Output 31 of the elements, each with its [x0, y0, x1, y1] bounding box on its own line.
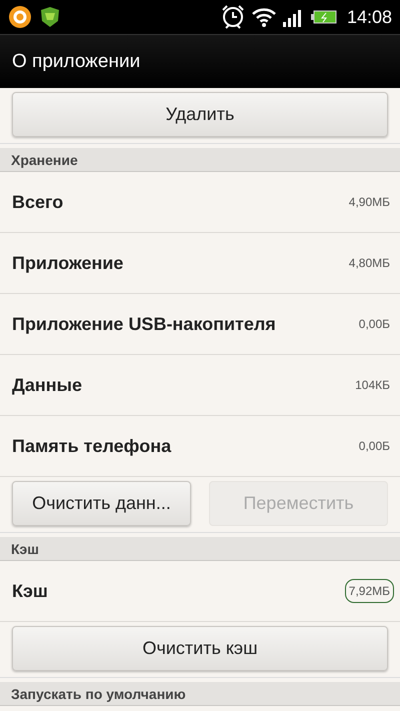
button[interactable]: Удалить — [12, 92, 388, 137]
section-header: Хранение — [0, 148, 400, 172]
clock-time: 14:08 — [346, 6, 392, 28]
row-value: 0,00Б — [358, 316, 391, 333]
app-icon — [38, 5, 62, 29]
row-value: 0,00Б — [358, 438, 391, 455]
screen-title: О приложении — [12, 50, 140, 72]
button[interactable]: Очистить кэш — [12, 626, 388, 671]
list-row[interactable]: Всего 4,90МБ — [0, 172, 400, 233]
list-row[interactable]: Приложение USB-накопителя 0,00Б — [0, 294, 400, 355]
row-label: Приложение — [12, 252, 124, 274]
row-label: Память телефона — [12, 436, 172, 456]
row-value: 4,80МБ — [348, 255, 391, 272]
battery-icon — [310, 10, 337, 24]
wifi-icon — [250, 6, 277, 28]
section-header: Запускать по умолчанию — [0, 682, 400, 706]
row-label: Данные — [12, 374, 83, 396]
list-row[interactable]: Данные 104КБ — [0, 355, 400, 416]
row-value: 7,92МБ — [344, 579, 394, 603]
row-value: 104КБ — [354, 377, 391, 394]
alarm-clock-icon — [220, 4, 245, 30]
section-header: Кэш — [0, 537, 400, 561]
list-row[interactable]: Память телефона 0,00Б — [0, 416, 400, 477]
app-icon — [8, 5, 32, 29]
row-label: Кэш — [12, 580, 49, 602]
list-row[interactable]: Приложение 4,80МБ — [0, 233, 400, 294]
row-label: Всего — [12, 192, 64, 212]
list-row[interactable]: Кэш 7,92МБ — [0, 561, 400, 622]
button[interactable]: Очистить данн... — [12, 481, 191, 526]
row-value: 4,90МБ — [348, 194, 391, 211]
row-label: Приложение USB-накопителя — [12, 314, 277, 334]
